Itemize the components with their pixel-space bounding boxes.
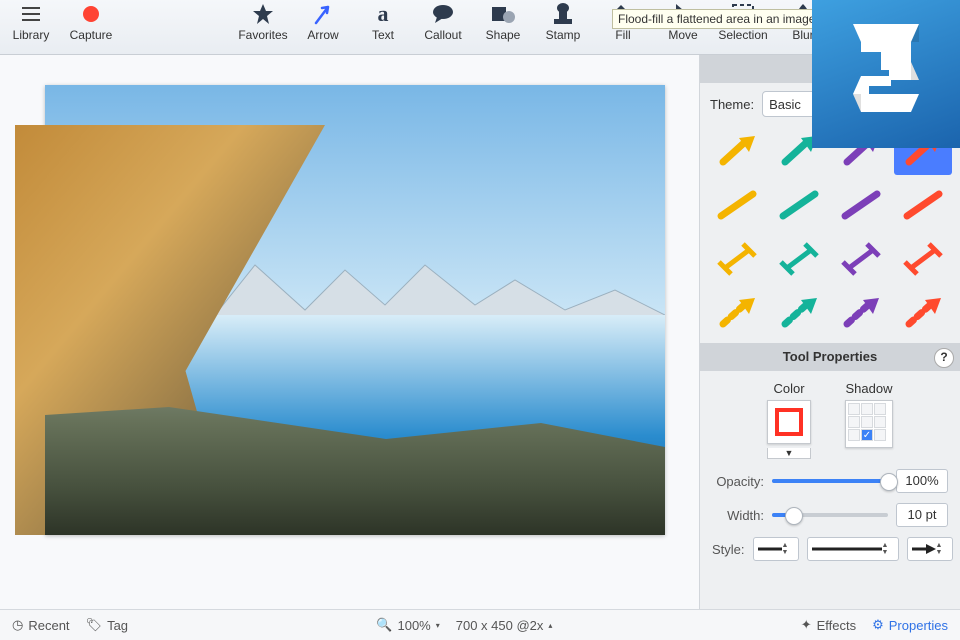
status-bar: ◷Recent 🏷Tag 🔍100% ▾ 700 x 450 @2x ▴ ✦Ef… bbox=[0, 609, 960, 640]
chevron-down-icon: ▾ bbox=[436, 621, 440, 630]
quick-style-3-1[interactable] bbox=[770, 287, 828, 337]
opacity-label: Opacity: bbox=[712, 474, 764, 489]
color-swatch[interactable] bbox=[767, 400, 811, 444]
quick-style-1-1[interactable] bbox=[770, 179, 828, 229]
dimensions-readout[interactable]: 700 x 450 @2x ▴ bbox=[456, 618, 553, 633]
canvas-area[interactable] bbox=[0, 55, 699, 609]
properties-tab[interactable]: ⚙Properties bbox=[872, 617, 948, 633]
quick-style-0-0[interactable] bbox=[708, 125, 766, 175]
quick-style-2-1[interactable] bbox=[770, 233, 828, 283]
quick-style-2-0[interactable] bbox=[708, 233, 766, 283]
quick-style-2-3[interactable] bbox=[894, 233, 952, 283]
color-label: Color bbox=[773, 381, 804, 396]
stamp-icon bbox=[553, 2, 573, 26]
quick-styles-grid bbox=[700, 125, 960, 343]
text-tool[interactable]: aText bbox=[360, 2, 406, 42]
arrow-tool[interactable]: Arrow bbox=[300, 2, 346, 42]
capture-label: Capture bbox=[70, 28, 113, 42]
callout-icon bbox=[431, 2, 455, 26]
shadow-label: Shadow bbox=[846, 381, 893, 396]
library-label: Library bbox=[13, 28, 50, 42]
text-icon: a bbox=[378, 2, 389, 26]
tag-icon: 🏷 bbox=[86, 617, 103, 633]
theme-label: Theme: bbox=[710, 97, 754, 112]
quick-style-2-2[interactable] bbox=[832, 233, 890, 283]
quick-style-1-0[interactable] bbox=[708, 179, 766, 229]
tag-button[interactable]: 🏷Tag bbox=[86, 617, 128, 633]
quick-style-3-3[interactable] bbox=[894, 287, 952, 337]
opacity-slider[interactable] bbox=[772, 479, 888, 483]
gear-icon: ⚙ bbox=[872, 617, 884, 633]
width-slider[interactable] bbox=[772, 513, 888, 517]
quick-style-1-3[interactable] bbox=[894, 179, 952, 229]
color-dropdown[interactable]: ▼ bbox=[767, 448, 811, 459]
shape-tool[interactable]: Shape bbox=[480, 2, 526, 42]
width-label: Width: bbox=[712, 508, 764, 523]
canvas-image[interactable] bbox=[45, 85, 665, 535]
quick-style-1-2[interactable] bbox=[832, 179, 890, 229]
capture-button[interactable]: Capture bbox=[68, 2, 114, 42]
quick-style-3-0[interactable] bbox=[708, 287, 766, 337]
clock-icon: ◷ bbox=[12, 617, 23, 633]
callout-tool[interactable]: Callout bbox=[420, 2, 466, 42]
opacity-value[interactable]: 100% bbox=[896, 469, 948, 493]
quick-style-3-2[interactable] bbox=[832, 287, 890, 337]
star-icon bbox=[252, 2, 274, 26]
record-icon bbox=[81, 2, 101, 26]
line-start-style[interactable]: ▲▼ bbox=[753, 537, 799, 561]
line-end-style[interactable]: ▲▼ bbox=[907, 537, 953, 561]
wand-icon: ✦ bbox=[801, 617, 812, 633]
shadow-picker[interactable]: ✓ bbox=[845, 400, 893, 448]
menu-icon bbox=[21, 2, 41, 26]
recent-button[interactable]: ◷Recent bbox=[12, 617, 70, 633]
help-icon[interactable]: ? bbox=[934, 348, 954, 368]
stamp-tool[interactable]: Stamp bbox=[540, 2, 586, 42]
width-value[interactable]: 10 pt bbox=[896, 503, 948, 527]
fill-tooltip: Flood-fill a flattened area in an image bbox=[612, 9, 821, 29]
line-body-style[interactable]: ▲▼ bbox=[807, 537, 899, 561]
shape-icon bbox=[491, 2, 515, 26]
magnifier-icon: 🔍 bbox=[376, 617, 392, 633]
chevron-up-icon: ▴ bbox=[548, 621, 552, 630]
tool-properties-header: Tool Properties ? bbox=[700, 343, 960, 371]
app-logo bbox=[812, 0, 960, 148]
favorites-tool[interactable]: Favorites bbox=[240, 2, 286, 42]
effects-tab[interactable]: ✦Effects bbox=[801, 617, 856, 633]
library-button[interactable]: Library bbox=[8, 2, 54, 42]
style-label: Style: bbox=[712, 542, 745, 557]
zoom-control[interactable]: 🔍100% ▾ bbox=[376, 617, 439, 633]
arrow-icon bbox=[312, 2, 334, 26]
